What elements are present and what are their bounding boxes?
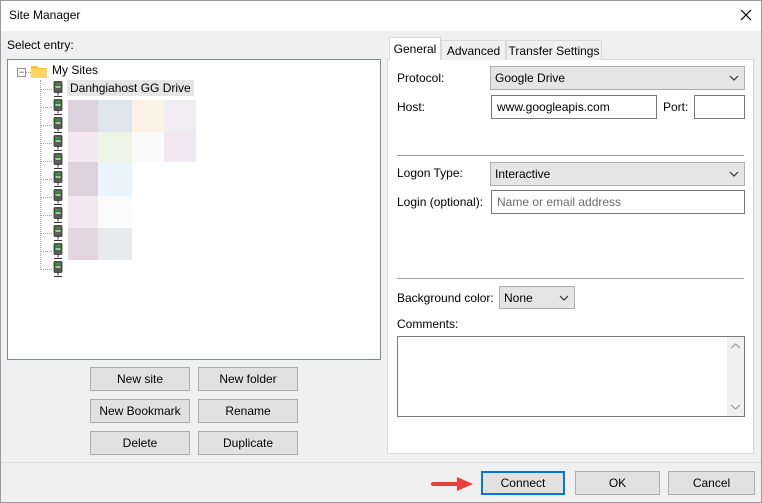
- tree-connector: [41, 269, 52, 270]
- login-label: Login (optional):: [397, 195, 484, 209]
- delete-button[interactable]: Delete: [90, 431, 190, 455]
- protocol-label: Protocol:: [397, 71, 445, 85]
- blurred-site-name: [132, 100, 164, 132]
- server-icon: [52, 207, 64, 227]
- comments-label: Comments:: [397, 317, 459, 331]
- server-icon: [52, 99, 64, 119]
- background-color-label: Background color:: [397, 291, 494, 305]
- blurred-site-name: [68, 100, 98, 132]
- divider: [397, 278, 744, 279]
- tree-connector: [41, 107, 52, 108]
- collapse-icon: −: [18, 67, 25, 77]
- rename-button[interactable]: Rename: [198, 399, 298, 423]
- tree-connector: [41, 89, 52, 90]
- tree-connector: [41, 251, 52, 252]
- comments-textarea[interactable]: [397, 336, 745, 417]
- protocol-select[interactable]: Google Drive: [490, 66, 745, 90]
- chevron-down-icon: [559, 295, 569, 301]
- blurred-site-name: [68, 132, 98, 162]
- blurred-site-name: [98, 162, 132, 196]
- window-title: Site Manager: [9, 8, 81, 22]
- background-color-value: None: [504, 290, 533, 305]
- tree-connector: [41, 233, 52, 234]
- blurred-site-name: [98, 196, 132, 228]
- tab-transfer-settings[interactable]: Transfer Settings: [506, 40, 602, 60]
- login-input[interactable]: Name or email address: [491, 190, 745, 214]
- blurred-site-name: [68, 162, 98, 196]
- title-bar: [0, 0, 762, 31]
- server-icon: [52, 243, 64, 263]
- port-label: Port:: [663, 100, 689, 114]
- blurred-site-name: [98, 228, 132, 260]
- close-icon: [740, 9, 752, 21]
- chevron-down-icon: [729, 171, 739, 177]
- port-input[interactable]: [694, 95, 745, 119]
- server-icon: [52, 171, 64, 191]
- blurred-site-name: [164, 100, 196, 132]
- connect-button[interactable]: Connect: [481, 471, 565, 495]
- red-arrow-icon: [431, 475, 475, 496]
- tree-connector: [41, 197, 52, 198]
- new-bookmark-button[interactable]: New Bookmark: [90, 399, 190, 423]
- tab-advanced[interactable]: Advanced: [441, 40, 506, 60]
- tree-connector: [41, 125, 52, 126]
- duplicate-button[interactable]: Duplicate: [198, 431, 298, 455]
- host-input[interactable]: www.googleapis.com: [491, 95, 657, 119]
- host-label: Host:: [397, 100, 426, 114]
- tree-site-selected[interactable]: Danhgiahost GG Drive: [67, 80, 194, 96]
- server-icon: [52, 189, 64, 209]
- ok-button[interactable]: OK: [575, 471, 660, 495]
- folder-icon: [31, 64, 47, 81]
- server-icon: [52, 135, 64, 155]
- blurred-site-name: [68, 228, 98, 260]
- logon-type-value: Interactive: [495, 167, 551, 181]
- close-button[interactable]: [734, 3, 758, 27]
- blurred-site-name: [164, 132, 196, 162]
- divider: [397, 155, 744, 156]
- select-entry-label: Select entry:: [7, 38, 74, 52]
- chevron-down-icon: [729, 75, 739, 81]
- background-color-select[interactable]: None: [499, 286, 575, 309]
- logon-type-select[interactable]: Interactive: [490, 162, 745, 186]
- tab-general[interactable]: General: [389, 37, 441, 60]
- protocol-value: Google Drive: [495, 71, 566, 85]
- blurred-site-name: [68, 196, 98, 228]
- scroll-up-icon[interactable]: [730, 342, 741, 350]
- server-icon: [52, 261, 64, 281]
- new-site-button[interactable]: New site: [90, 367, 190, 391]
- cancel-button[interactable]: Cancel: [668, 471, 755, 495]
- blurred-site-name: [98, 100, 132, 132]
- tree-connector: [41, 161, 52, 162]
- tree-connector: [41, 215, 52, 216]
- logon-type-label: Logon Type:: [397, 166, 463, 180]
- login-placeholder: Name or email address: [497, 195, 622, 209]
- blurred-site-name: [98, 132, 132, 162]
- server-icon: [52, 117, 64, 137]
- tree-root-my-sites[interactable]: My Sites: [52, 63, 98, 77]
- tree-connector: [41, 179, 52, 180]
- server-icon: [52, 153, 64, 173]
- comments-scrollbar[interactable]: [727, 337, 744, 416]
- tree-connector: [41, 143, 52, 144]
- tree-connector: [40, 80, 41, 270]
- server-icon[interactable]: [52, 81, 64, 101]
- footer-divider: [1, 462, 761, 463]
- tree-collapse-toggle[interactable]: −: [17, 68, 26, 77]
- host-value: www.googleapis.com: [497, 100, 610, 114]
- scroll-down-icon[interactable]: [730, 403, 741, 411]
- blurred-site-name: [132, 132, 164, 162]
- site-tree[interactable]: − My Sites Danhgiahost GG Drive: [7, 59, 381, 360]
- new-folder-button[interactable]: New folder: [198, 367, 298, 391]
- server-icon: [52, 225, 64, 245]
